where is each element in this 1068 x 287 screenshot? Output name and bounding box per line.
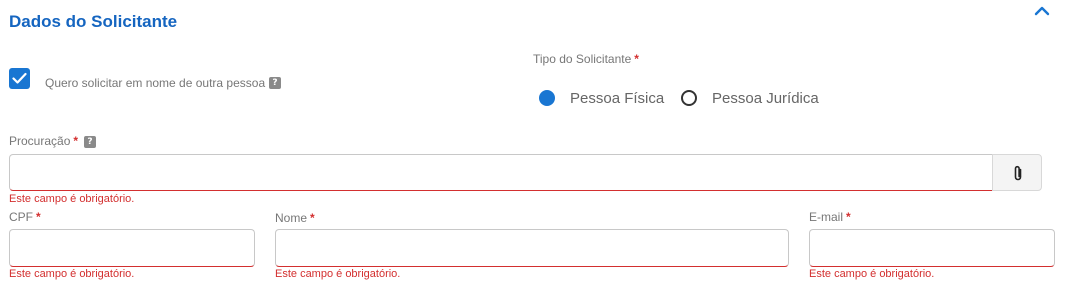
procuracao-error: Este campo é obrigatório. xyxy=(9,193,135,205)
represent-checkbox[interactable] xyxy=(9,68,30,89)
help-icon[interactable]: ? xyxy=(269,77,281,89)
email-input[interactable] xyxy=(809,229,1055,267)
radio-pessoa-fisica-label[interactable]: Pessoa Física xyxy=(570,90,664,107)
cpf-error: Este campo é obrigatório. xyxy=(9,268,135,280)
cpf-input[interactable] xyxy=(9,229,255,267)
radio-pessoa-fisica[interactable] xyxy=(539,90,555,106)
chevron-up-icon xyxy=(1034,6,1050,16)
radio-pessoa-juridica-label[interactable]: Pessoa Jurídica xyxy=(712,90,819,107)
nome-label: Nome * xyxy=(275,211,315,225)
procuracao-input[interactable] xyxy=(9,154,994,191)
radio-pessoa-juridica[interactable] xyxy=(681,90,697,106)
attach-button[interactable] xyxy=(992,154,1042,191)
email-label: E-mail * xyxy=(809,210,851,224)
procuracao-label: Procuração * xyxy=(9,134,79,148)
cpf-label: CPF * xyxy=(9,210,41,224)
nome-error: Este campo é obrigatório. xyxy=(275,268,401,280)
paperclip-icon xyxy=(1014,165,1022,181)
section-title: Dados do Solicitante xyxy=(9,12,178,31)
email-error: Este campo é obrigatório. xyxy=(809,268,935,280)
checkmark-icon xyxy=(12,72,27,84)
help-icon[interactable]: ? xyxy=(84,136,96,148)
collapse-button[interactable] xyxy=(1031,3,1053,19)
nome-input[interactable] xyxy=(275,229,789,267)
tipo-label: Tipo do Solicitante * xyxy=(533,52,639,66)
represent-label[interactable]: Quero solicitar em nome de outra pessoa xyxy=(45,76,265,90)
